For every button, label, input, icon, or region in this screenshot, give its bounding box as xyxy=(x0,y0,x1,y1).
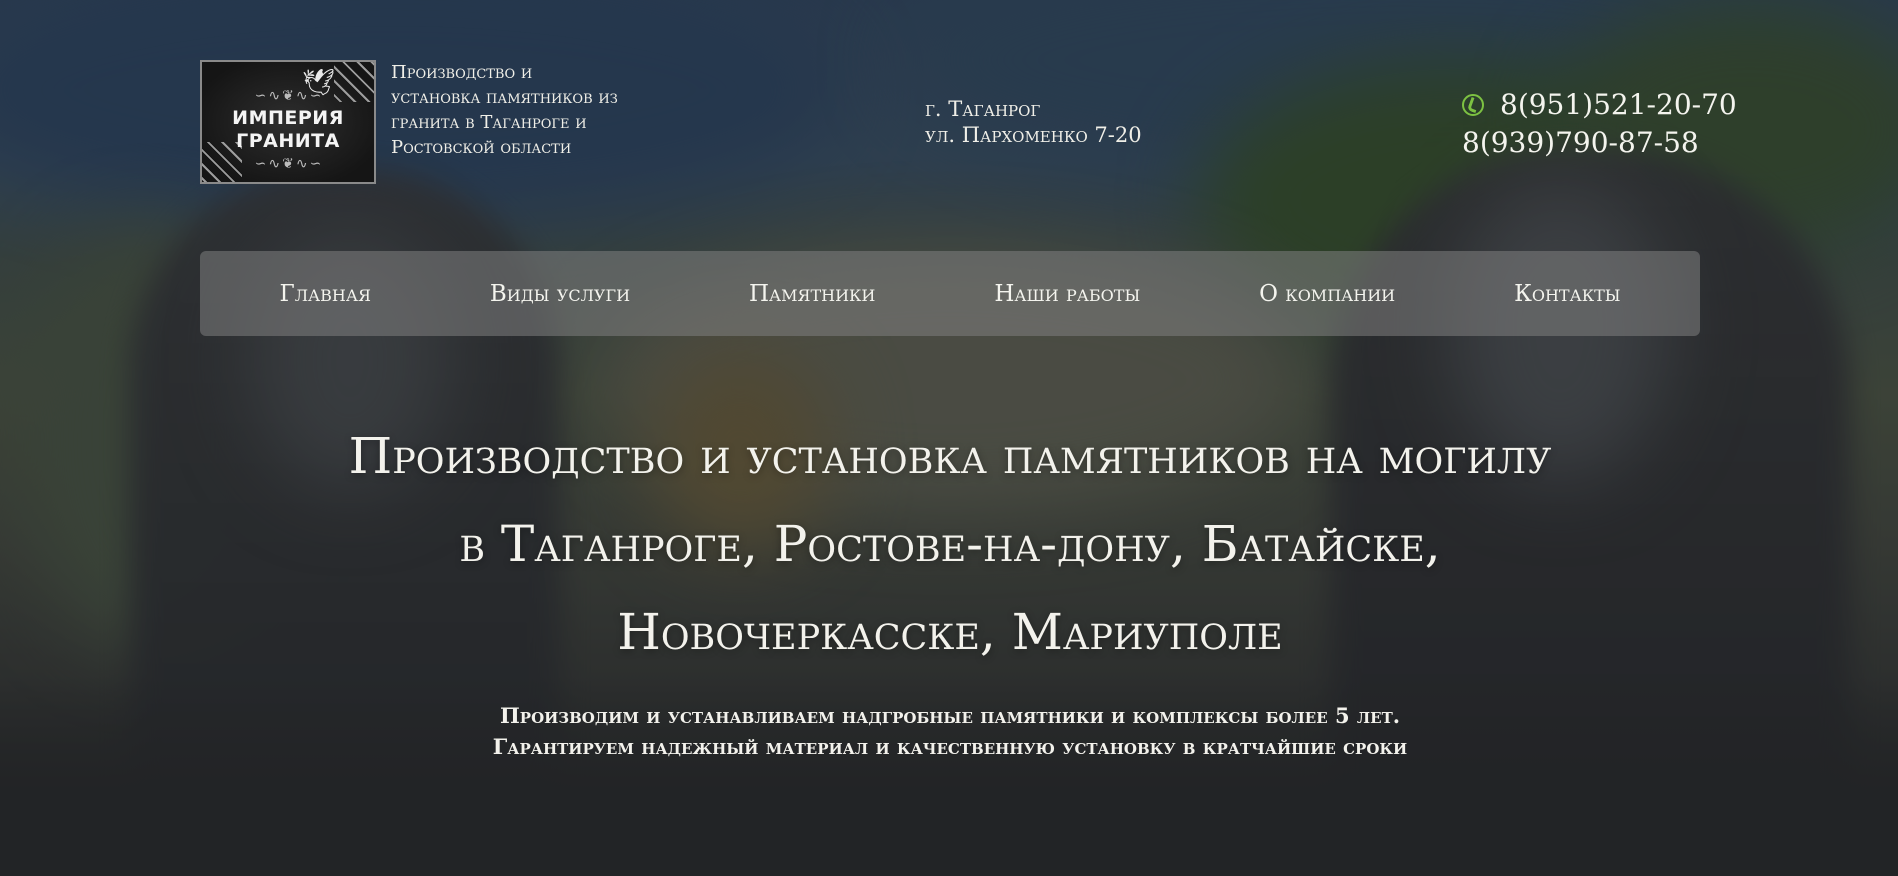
nav-item-home[interactable]: Главная xyxy=(279,281,370,307)
nav-item-monuments[interactable]: Памятники xyxy=(749,281,875,307)
main-navigation: Главная Виды услуги Памятники Наши работ… xyxy=(200,251,1700,336)
nav-item-contacts[interactable]: Контакты xyxy=(1514,281,1620,307)
phone-icon xyxy=(1462,94,1484,116)
company-logo[interactable]: 🕊 ∽∿❦∿∽ ИМПЕРИЯ ГРАНИТА ∽∿❦∿∽ xyxy=(200,60,376,184)
hero-subtitle-line1: Производим и устанавливаем надгробные па… xyxy=(499,703,1401,728)
ornament: ∽∿❦∿∽ xyxy=(254,156,324,172)
hero-subtitle: Производим и устанавливаем надгробные па… xyxy=(250,700,1650,762)
ornament: ∽∿❦∿∽ xyxy=(254,88,324,104)
hero-subtitle-line2: Гарантируем надежный материал и качестве… xyxy=(492,734,1408,759)
phone-link-1[interactable]: 8(951)521-20-70 xyxy=(1500,86,1737,124)
phone-block: 8(951)521-20-70 8(939)790-87-58 xyxy=(1462,86,1737,162)
nav-item-about[interactable]: О компании xyxy=(1259,281,1395,307)
hero-title: Производство и установка памятников на м… xyxy=(150,412,1750,676)
nav-item-services[interactable]: Виды услуги xyxy=(490,281,630,307)
hero-title-line2: в Таганроге, Ростове-на-дону, Батайске, xyxy=(459,515,1441,573)
nav-item-our-works[interactable]: Наши работы xyxy=(994,281,1140,307)
hero-title-line1: Производство и установка памятников на м… xyxy=(348,427,1552,485)
company-address: г. Таганрог ул. Пархоменко 7-20 xyxy=(925,96,1142,148)
logo-text-line2: ГРАНИТА xyxy=(236,130,340,152)
address-city: г. Таганрог xyxy=(925,97,1041,121)
logo-text-line1: ИМПЕРИЯ xyxy=(232,107,344,129)
phone-link-2[interactable]: 8(939)790-87-58 xyxy=(1462,124,1699,162)
hero-title-line3: Новочеркасске, Мариуполе xyxy=(617,603,1283,661)
address-street: ул. Пархоменко 7-20 xyxy=(925,123,1142,147)
company-tagline: Производство и установка памятников из г… xyxy=(391,62,618,158)
